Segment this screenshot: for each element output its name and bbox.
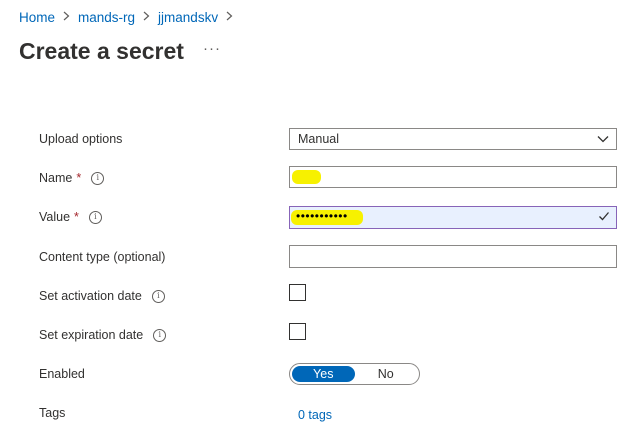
value-input[interactable]: •••••••••••	[289, 206, 617, 229]
breadcrumb-home[interactable]: Home	[19, 10, 55, 25]
activation-date-checkbox[interactable]	[289, 284, 306, 301]
enabled-toggle[interactable]: Yes No	[289, 363, 420, 385]
info-icon[interactable]: i	[153, 328, 167, 342]
upload-options-label-text: Upload options	[39, 132, 123, 146]
expiration-date-label: Set expiration date i	[39, 325, 167, 345]
checkmark-icon	[598, 210, 610, 225]
enabled-label: Enabled	[39, 364, 85, 384]
activation-date-label: Set activation date i	[39, 286, 165, 306]
masked-secret-value: •••••••••••	[296, 209, 348, 223]
chevron-down-icon	[597, 133, 609, 148]
expiration-date-checkbox[interactable]	[289, 323, 306, 340]
tags-label: Tags	[39, 403, 65, 423]
page-title: Create a secret	[19, 38, 184, 64]
info-icon[interactable]: i	[88, 210, 102, 224]
tags-link[interactable]: 0 tags	[298, 408, 332, 422]
enabled-no-option[interactable]: No	[355, 366, 418, 382]
breadcrumb-resource-group[interactable]: mands-rg	[78, 10, 135, 25]
content-type-input[interactable]	[289, 245, 617, 268]
activation-date-label-text: Set activation date	[39, 289, 142, 303]
breadcrumb-key-vault[interactable]: jjmandskv	[158, 10, 218, 25]
required-mark: *	[76, 171, 82, 185]
name-label: Name * i	[39, 168, 105, 188]
value-label: Value * i	[39, 207, 102, 227]
name-label-text: Name	[39, 171, 73, 185]
info-icon[interactable]: i	[91, 171, 105, 185]
upload-options-label: Upload options	[39, 129, 122, 149]
content-type-label: Content type (optional)	[39, 247, 165, 267]
expiration-date-label-text: Set expiration date	[39, 328, 144, 342]
more-options-button[interactable]: ···	[203, 40, 221, 57]
info-icon[interactable]: i	[151, 289, 165, 303]
upload-options-value: Manual	[298, 132, 339, 146]
tags-label-text: Tags	[39, 406, 66, 420]
chevron-right-icon	[226, 11, 233, 24]
enabled-label-text: Enabled	[39, 367, 85, 381]
enabled-yes-option[interactable]: Yes	[292, 366, 355, 382]
value-label-text: Value	[39, 210, 71, 224]
required-mark: *	[74, 210, 79, 224]
content-type-label-text: Content type (optional)	[39, 250, 166, 264]
yellow-highlight-mark	[292, 170, 321, 184]
name-input[interactable]	[289, 166, 617, 188]
chevron-right-icon	[63, 11, 70, 24]
chevron-right-icon	[143, 11, 150, 24]
upload-options-select[interactable]: Manual	[289, 128, 617, 150]
create-secret-page: Home mands-rg jjmandskv Create a secret …	[0, 0, 628, 432]
breadcrumb: Home mands-rg jjmandskv	[19, 10, 241, 25]
